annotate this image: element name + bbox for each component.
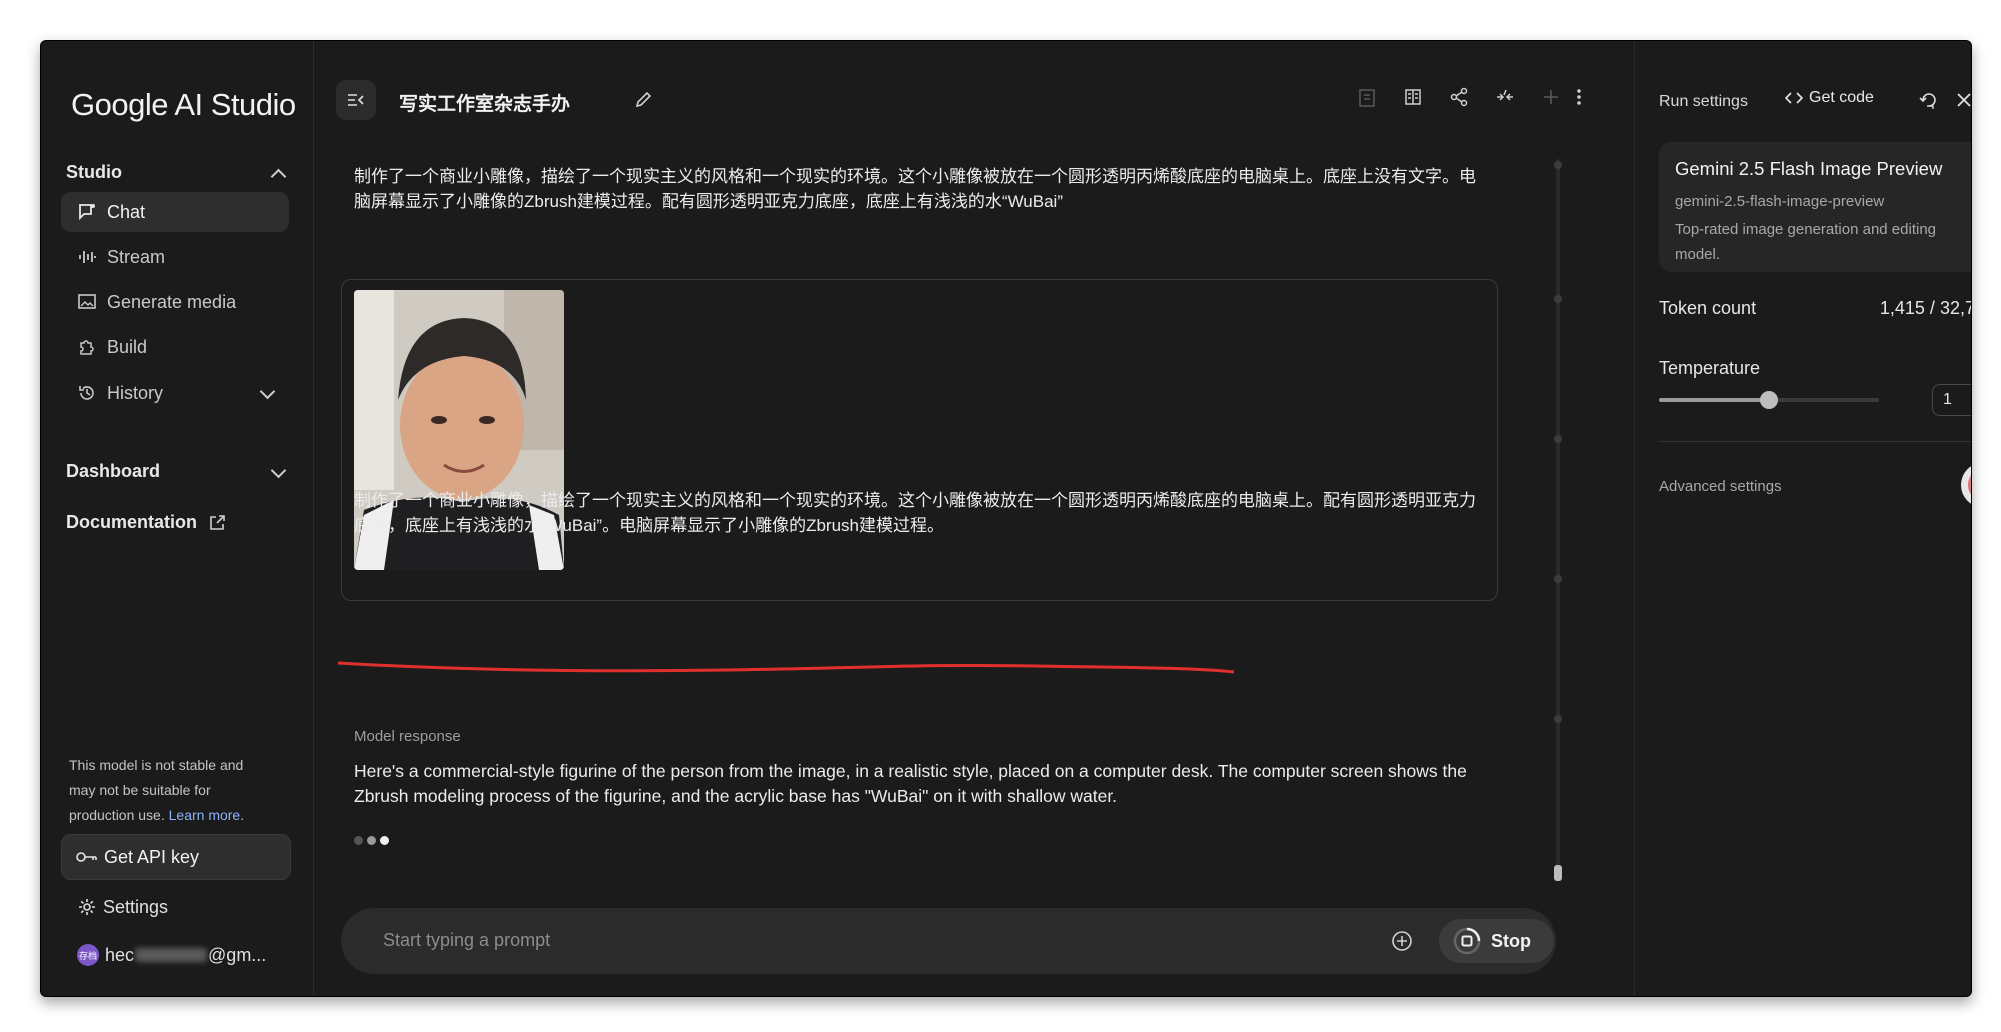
chat-area: 制作了一个商业小雕像，描绘了一个现实主义的风格和一个现实的环境。这个小雕像被放在… <box>314 136 1574 896</box>
sidebar-item-stream[interactable]: Stream <box>61 237 289 277</box>
user-message-1: 制作了一个商业小雕像，描绘了一个现实主义的风格和一个现实的环境。这个小雕像被放在… <box>354 167 1476 211</box>
avatar: 存档 <box>77 944 99 966</box>
add-icon[interactable] <box>1539 85 1563 109</box>
learn-more-link[interactable]: Learn more <box>169 807 241 823</box>
gear-icon <box>77 897 97 917</box>
user-email-suffix: @gm... <box>208 944 267 965</box>
user-email-prefix: hec <box>105 944 135 965</box>
prompt-title[interactable]: 写实工作室杂志手办 <box>399 89 570 116</box>
stream-icon <box>77 247 97 267</box>
model-selector[interactable]: Gemini 2.5 Flash Image Preview gemini-2.… <box>1659 142 1971 272</box>
close-icon[interactable] <box>1953 89 1971 111</box>
sidebar-item-label: History <box>107 382 164 403</box>
sidebar-item-label: Chat <box>107 201 146 222</box>
user-message-2: 制作了一个商业小雕像，描绘了一个现实主义的风格和一个现实的环境。这个小雕像被放在… <box>354 491 1476 535</box>
stop-icon <box>1453 927 1481 955</box>
sidebar-item-label: Generate media <box>107 291 237 312</box>
redacted-email <box>135 948 208 962</box>
sidebar-item-history[interactable]: History <box>61 373 289 413</box>
reset-settings-icon[interactable] <box>1918 89 1940 111</box>
get-api-key-label: Get API key <box>104 846 200 867</box>
model-id: gemini-2.5-flash-image-preview <box>1675 193 1885 210</box>
sidebar-item-chat[interactable]: Chat <box>61 192 289 232</box>
history-icon <box>77 383 97 403</box>
token-count-label: Token count <box>1659 298 1757 318</box>
temperature-input[interactable]: 1 <box>1932 384 1971 416</box>
temperature-slider-knob[interactable] <box>1760 391 1778 409</box>
model-response-label: Model response <box>354 728 461 745</box>
main-panel: 写实工作室杂志手办 制作了一个商业小雕像，描绘了一个现实主义的风格和一个现实的环… <box>314 41 1633 996</box>
model-name: Gemini 2.5 Flash Image Preview <box>1675 158 1943 179</box>
conversation-scrollbar[interactable] <box>1553 159 1563 881</box>
model-warning-note: This model is not stable and may not be … <box>69 757 245 823</box>
dashboard-section-title[interactable]: Dashboard <box>66 461 160 482</box>
left-sidebar: Google AI Studio Studio Chat Stream Gene… <box>41 41 314 996</box>
run-settings-title: Run settings <box>1659 93 1748 110</box>
sidebar-item-build[interactable]: Build <box>61 327 289 367</box>
chevron-down-icon[interactable] <box>259 383 276 400</box>
user-account[interactable]: 存档 hec @gm... <box>77 937 266 973</box>
toolbar <box>1355 85 1563 109</box>
red-annotation-underline <box>337 661 1235 674</box>
menu-collapse-icon <box>347 93 365 107</box>
chevron-up-icon[interactable] <box>270 168 287 185</box>
app-window: Google AI Studio Studio Chat Stream Gene… <box>40 40 1972 997</box>
run-settings-panel: Run settings Get code Gemini 2.5 Flash I… <box>1634 41 1971 996</box>
prompt-input-box[interactable]: Start typing a prompt Stop <box>341 908 1556 974</box>
loading-dot <box>354 836 363 845</box>
toggle-sidebar-button[interactable] <box>336 80 376 120</box>
stop-label: Stop <box>1491 930 1531 951</box>
temperature-slider-fill <box>1659 398 1769 402</box>
code-icon <box>1785 91 1803 105</box>
model-response-text: Here's a commercial-style figurine of th… <box>354 761 1467 806</box>
loading-dot <box>367 836 376 845</box>
external-link-icon <box>208 514 226 537</box>
documentation-link[interactable]: Documentation <box>66 512 197 533</box>
translate-extension-icon[interactable]: 中 A <box>1961 463 1971 507</box>
divider <box>1659 441 1971 442</box>
sidebar-item-label: Build <box>107 336 148 357</box>
add-circle-icon[interactable] <box>1391 930 1413 952</box>
get-api-key-button[interactable]: Get API key <box>61 834 291 880</box>
model-description: Top-rated image generation and editing m… <box>1675 221 1937 263</box>
prompt-input[interactable]: Start typing a prompt <box>383 930 550 951</box>
advanced-settings-toggle[interactable]: Advanced settings <box>1659 478 1782 495</box>
key-icon <box>76 850 98 864</box>
settings-label: Settings <box>103 896 169 917</box>
clipboard-icon[interactable] <box>1355 85 1379 109</box>
sidebar-item-generate-media[interactable]: Generate media <box>61 282 289 322</box>
chat-icon <box>77 202 97 222</box>
get-code-label: Get code <box>1809 89 1874 106</box>
more-vert-icon[interactable] <box>1567 85 1591 109</box>
studio-section-title[interactable]: Studio <box>66 162 122 183</box>
loading-dot <box>380 836 389 845</box>
sidebar-item-label: Stream <box>107 246 166 267</box>
build-icon <box>77 337 97 357</box>
settings-button[interactable]: Settings <box>77 889 168 925</box>
token-count-row: Token count 1,415 / 32,768 <box>1659 298 1971 319</box>
loading-indicator <box>354 836 389 845</box>
chevron-down-icon[interactable] <box>270 462 287 479</box>
app-logo[interactable]: Google AI Studio <box>71 87 296 123</box>
get-code-button[interactable]: Get code <box>1785 89 1874 107</box>
compress-icon[interactable] <box>1493 85 1517 109</box>
temperature-slider[interactable] <box>1659 391 1879 409</box>
token-count-value: 1,415 / 32,768 <box>1879 298 1971 318</box>
compare-icon[interactable] <box>1401 85 1425 109</box>
temperature-label: Temperature <box>1659 358 1761 378</box>
stop-button[interactable]: Stop <box>1439 919 1554 963</box>
media-icon <box>77 292 97 312</box>
uploaded-image-card <box>341 279 1498 601</box>
share-icon[interactable] <box>1447 85 1471 109</box>
pencil-icon[interactable] <box>634 89 654 114</box>
